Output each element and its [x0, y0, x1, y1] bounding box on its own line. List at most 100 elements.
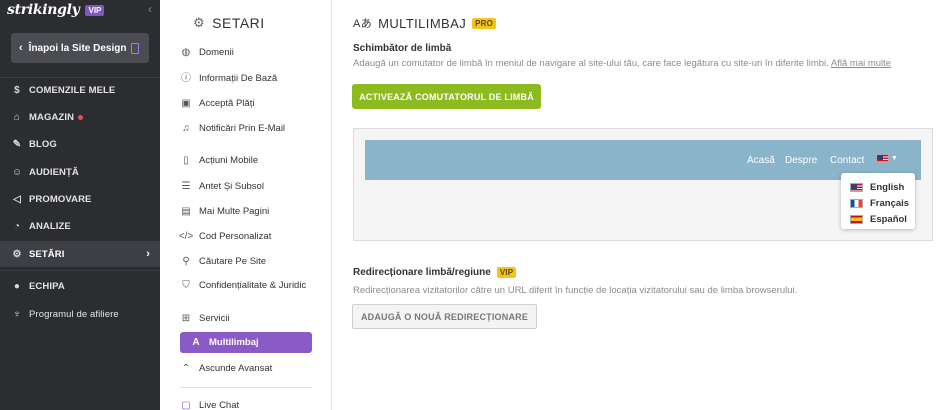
nav-item-label: AUDIENȚĂ — [29, 166, 79, 178]
language-option-label: Español — [870, 213, 907, 225]
settings-item-label: Acțiuni Mobile — [199, 155, 259, 166]
settings-item-accepta-plati[interactable]: ▣ Acceptă Plăți — [180, 98, 312, 109]
settings-item-label: Mai Multe Pagini — [199, 206, 270, 217]
preview-navbar: Acasă Despre Contact ▼ — [365, 140, 921, 180]
pro-badge: PRO — [472, 17, 497, 29]
language-option-label: Français — [870, 197, 910, 209]
chevron-right-icon: › — [146, 248, 150, 260]
analytics-icon: ◔ — [13, 220, 21, 232]
nav-item-echipa[interactable]: ● ECHIPA — [0, 273, 160, 299]
nav-item-audienta[interactable]: ☺ AUDIENȚĂ — [0, 159, 160, 185]
settings-item-label: Domenii — [199, 47, 234, 58]
description-text: Adaugă un comutator de limbă în meniul d… — [353, 58, 829, 69]
settings-item-mai-multe-pagini[interactable]: ▤ Mai Multe Pagini — [180, 206, 312, 217]
spain-flag-icon — [850, 214, 863, 224]
strikingly-logo: strikingly — [7, 2, 80, 18]
us-flag-icon — [876, 154, 889, 163]
nav-item-blog[interactable]: ✎ BLOG — [0, 131, 160, 157]
chevron-left-icon: ‹ — [19, 42, 23, 54]
settings-item-label: Acceptă Plăți — [199, 98, 255, 109]
settings-item-notificari-email[interactable]: ♫ Notificări Prin E-Mail — [180, 123, 312, 134]
preview-language-dropdown: English Français Español — [841, 173, 915, 229]
store-icon: ⌂ — [13, 111, 21, 123]
settings-item-cod-personalizat[interactable]: </> Cod Personalizat — [179, 231, 312, 242]
language-redirect-description: Redirecționarea vizitatorilor către un U… — [353, 285, 798, 296]
redirect-heading-label: Redirecționare limbă/regiune — [353, 267, 491, 278]
settings-item-live-chat[interactable]: ▢ Live Chat — [180, 400, 312, 410]
nav-item-magazin[interactable]: ⌂ MAGAZIN — [0, 104, 160, 130]
brand[interactable]: strikingly VIP — [7, 2, 105, 18]
nav-item-label: MAGAZIN — [29, 111, 75, 123]
preview-nav-link-despre: Despre — [785, 155, 818, 166]
left-sidebar: strikingly VIP ‹ ‹ Înapoi la Site Design… — [0, 0, 160, 410]
page-title-label: MULTILIMBAJ — [378, 15, 467, 31]
nav-item-label: BLOG — [29, 138, 57, 150]
settings-item-label: Multilimbaj — [209, 337, 259, 348]
language-switcher-preview: Acasă Despre Contact ▼ English Français … — [353, 128, 933, 241]
pages-icon: ▤ — [181, 206, 191, 217]
nav-item-programul-de-afiliere[interactable]: ♆ Programul de afiliere — [0, 301, 160, 327]
back-button-label: Înapoi la Site Design — [28, 42, 127, 54]
settings-item-informatii-de-baza[interactable]: ⓘ Informații De Bază — [180, 73, 312, 84]
settings-item-actiuni-mobile[interactable]: ▯ Acțiuni Mobile — [180, 155, 312, 166]
add-new-redirect-button[interactable]: ADAUGĂ O NOUĂ REDIRECȚIONARE — [352, 304, 537, 329]
collapse-sidebar-icon[interactable]: ‹ — [148, 2, 152, 16]
caret-down-icon: ▼ — [891, 155, 898, 162]
grid-icon: ⊞ — [181, 313, 191, 324]
language-option-english: English — [841, 179, 915, 195]
nav-item-promovare[interactable]: ◁ PROMOVARE — [0, 186, 160, 212]
us-flag-icon — [850, 182, 863, 192]
chevron-up-icon: ⌃ — [181, 363, 191, 374]
mobile-icon: ▯ — [183, 155, 189, 166]
settings-item-ascunde-avansat[interactable]: ⌃ Ascunde Avansat — [180, 363, 312, 374]
settings-item-domenii[interactable]: ◍ Domenii — [180, 47, 312, 58]
page-title: Aあ MULTILIMBAJ PRO — [353, 15, 497, 31]
nav-item-label: PROMOVARE — [29, 193, 92, 205]
team-icon: ● — [13, 280, 21, 292]
main-panel: Aあ MULTILIMBAJ PRO Schimbător de limbă A… — [333, 0, 945, 410]
settings-item-label: Live Chat — [199, 400, 240, 410]
preview-language-select: ▼ — [876, 154, 898, 163]
search-icon: ⚲ — [182, 256, 190, 267]
language-option-espanol: Español — [841, 211, 915, 227]
pen-icon: ✎ — [12, 138, 22, 150]
preview-nav-link-acasa: Acasă — [747, 155, 775, 166]
settings-title-label: SETARI — [212, 15, 265, 31]
info-icon: ⓘ — [181, 73, 191, 84]
audience-icon: ☺ — [11, 166, 23, 178]
france-flag-icon — [850, 198, 863, 208]
back-to-site-design-button[interactable]: ‹ Înapoi la Site Design — [11, 33, 149, 63]
language-option-label: English — [870, 181, 905, 193]
learn-more-link[interactable]: Află mai multe — [831, 58, 891, 69]
trophy-icon: ♆ — [13, 308, 21, 320]
nav-item-analize[interactable]: ◔ ANALIZE — [0, 213, 160, 239]
settings-item-label: Servicii — [199, 313, 230, 324]
vip-badge: VIP — [85, 4, 105, 16]
settings-title: ⚙ SETARI — [193, 15, 265, 31]
settings-item-servicii[interactable]: ⊞ Servicii — [180, 313, 312, 324]
nav-item-label: Programul de afiliere — [29, 308, 119, 320]
language-switcher-description: Adaugă un comutator de limbă în meniul d… — [353, 58, 891, 69]
settings-item-label: Antet Și Subsol — [199, 181, 264, 192]
shield-icon: ⛉ — [182, 280, 190, 291]
settings-item-antet-si-subsol[interactable]: ☰ Antet Și Subsol — [180, 181, 312, 192]
activate-language-switcher-button[interactable]: ACTIVEAZĂ COMUTATORUL DE LIMBĂ — [352, 84, 541, 109]
settings-item-multilimbaj[interactable]: A Multilimbaj — [180, 332, 312, 353]
settings-item-cautare-pe-site[interactable]: ⚲ Căutare Pe Site — [180, 256, 312, 267]
bell-icon: ♫ — [182, 123, 190, 134]
nav-item-setari[interactable]: ⚙ SETĂRI › — [0, 241, 160, 267]
nav-item-comenzile-mele[interactable]: $ COMENZILE MELE — [0, 77, 160, 103]
divider — [0, 270, 160, 271]
settings-item-confidentialitate-juridic[interactable]: ⛉ Confidențialitate & Juridic — [180, 280, 312, 291]
settings-item-label: Ascunde Avansat — [199, 363, 273, 374]
divider — [180, 387, 312, 388]
megaphone-icon: ◁ — [13, 193, 21, 205]
translate-icon: Aあ — [353, 18, 373, 30]
settings-item-label: Confidențialitate & Juridic — [199, 280, 307, 291]
nav-item-label: SETĂRI — [29, 248, 65, 260]
translate-icon: A — [192, 337, 200, 348]
site-page-icon — [131, 42, 140, 54]
settings-sidebar: ⚙ SETARI ◍ Domenii ⓘ Informații De Bază … — [160, 0, 332, 410]
payment-icon: ▣ — [181, 98, 191, 109]
settings-item-label: Căutare Pe Site — [199, 256, 267, 267]
